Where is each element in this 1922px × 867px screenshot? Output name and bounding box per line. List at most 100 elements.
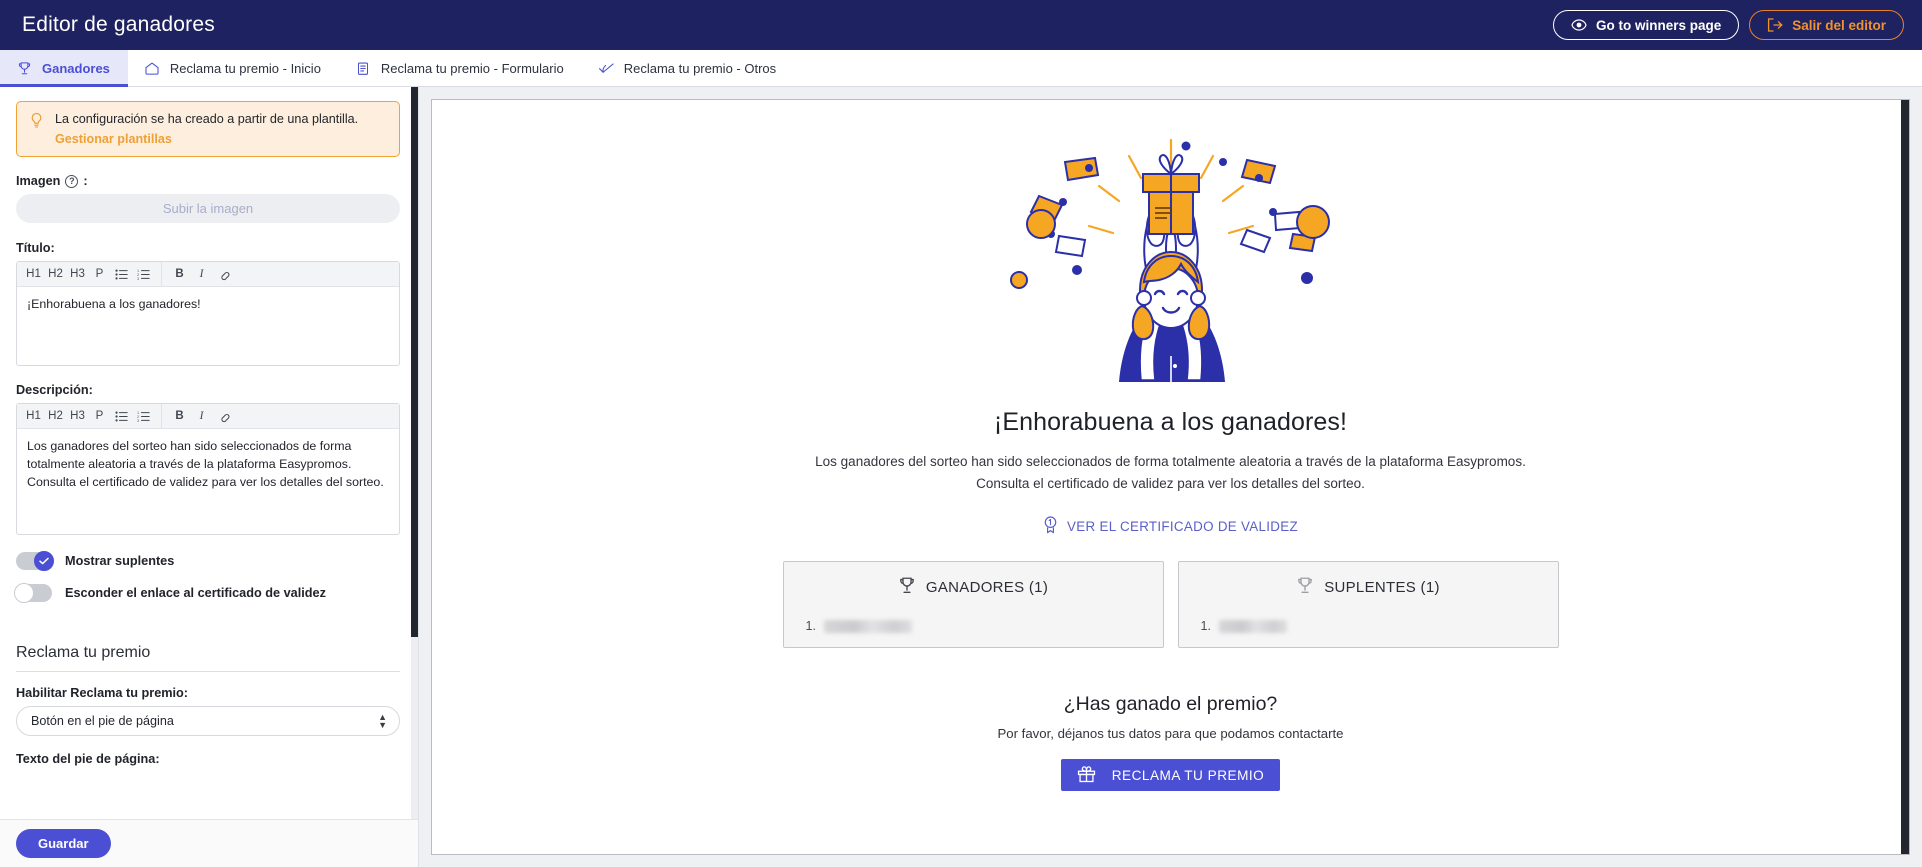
substitute-index: 1. [1200, 619, 1211, 634]
bulleted-list-icon[interactable] [112, 406, 131, 427]
view-certificate-label: VER EL CERTIFICADO DE VALIDEZ [1067, 519, 1298, 535]
title-rich-text-editor: H1 H2 H3 P 1 2 3 B I ¡Enhorabuena a los … [16, 261, 400, 366]
title-editor-content[interactable]: ¡Enhorabuena a los ganadores! [17, 287, 399, 365]
preview-description: Los ganadores del sorteo han sido selecc… [815, 454, 1526, 491]
description-rich-text-editor: H1 H2 H3 P 1 2 3 B I Los ganadores del s… [16, 403, 400, 535]
question-mark-icon[interactable]: ? [65, 174, 79, 188]
sidebar-footer: Guardar [0, 819, 418, 867]
sidebar-scrollbar-thumb[interactable] [411, 87, 418, 637]
description-editor-toolbar: H1 H2 H3 P 1 2 3 B I [17, 403, 399, 429]
h2-button[interactable]: H2 [46, 264, 65, 285]
bold-button[interactable]: B [170, 406, 189, 427]
bulleted-list-icon[interactable] [112, 264, 131, 285]
substitutes-heading: SUPLENTES (1) [1179, 576, 1558, 613]
preview-card: ¡Enhorabuena a los ganadores! Los ganado… [431, 99, 1910, 855]
svg-text:3: 3 [137, 276, 139, 279]
h2-button[interactable]: H2 [46, 406, 65, 427]
tab-reclama-otros[interactable]: Reclama tu premio - Otros [582, 50, 794, 86]
exit-editor-button[interactable]: Salir del editor [1749, 10, 1904, 40]
italic-button[interactable]: I [192, 406, 211, 427]
clipboard-icon [355, 60, 372, 77]
enable-claim-label: Habilitar Reclama tu premio: [16, 686, 189, 700]
editor-tabs: Ganadores Reclama tu premio - Inicio Rec… [0, 50, 1922, 87]
claim-prize-label: RECLAMA TU PREMIO [1111, 767, 1265, 783]
gift-celebration-illustration [472, 130, 1869, 382]
award-seal-icon [1043, 516, 1058, 537]
template-notice: La configuración se ha creado a partir d… [16, 101, 400, 157]
exit-editor-label: Salir del editor [1792, 17, 1886, 33]
winners-heading-label: GANADORES (1) [925, 579, 1049, 597]
substitutes-box: SUPLENTES (1) 1. [1177, 561, 1559, 649]
preview-content: ¡Enhorabuena a los ganadores! Los ganado… [432, 100, 1909, 854]
description-editor-content[interactable]: Los ganadores del sorteo han sido selecc… [17, 429, 399, 534]
winners-lists: GANADORES (1) 1. SUPLENTES (1) 1. [472, 561, 1869, 649]
winners-heading: GANADORES (1) [784, 576, 1163, 613]
app-header: Editor de ganadores Go to winners page S… [0, 0, 1922, 50]
tab-label: Reclama tu premio - Inicio [169, 60, 321, 76]
description-field-label: Descripción: [16, 383, 93, 397]
toggle-knob [34, 551, 54, 571]
sidebar-scrollbar-track[interactable] [411, 87, 418, 819]
numbered-list-icon[interactable]: 1 2 3 [134, 406, 153, 427]
list-item: 1. [784, 613, 1163, 647]
settings-sidebar: La configuración se ha creado a partir d… [0, 87, 419, 867]
tab-label: Reclama tu premio - Formulario [380, 60, 564, 76]
toggle-knob [14, 583, 34, 603]
gift-icon [1077, 765, 1096, 786]
sidebar-scroll-content: La configuración se ha creado a partir d… [0, 87, 418, 819]
paragraph-button[interactable]: P [90, 264, 109, 285]
substitute-name-redacted [1218, 619, 1287, 633]
claim-prize-button[interactable]: RECLAMA TU PREMIO [1061, 759, 1280, 792]
winner-index: 1. [805, 619, 816, 634]
h1-button[interactable]: H1 [24, 406, 43, 427]
image-field-label: Imagen ? : [16, 174, 400, 188]
claim-section-heading: Reclama tu premio [16, 644, 400, 672]
upload-image-button[interactable]: Subir la imagen [16, 194, 400, 223]
link-icon[interactable] [214, 406, 233, 427]
image-label-text: Imagen [16, 174, 61, 188]
h3-button[interactable]: H3 [68, 264, 87, 285]
home-icon [144, 60, 161, 77]
list-item: 1. [1179, 613, 1558, 647]
lightbulb-icon [29, 112, 45, 146]
view-certificate-link[interactable]: VER EL CERTIFICADO DE VALIDEZ [1043, 516, 1298, 537]
italic-button[interactable]: I [192, 264, 211, 285]
title-field-label: Título: [16, 241, 55, 255]
toggle-mostrar-suplentes[interactable] [16, 551, 54, 571]
tab-label: Reclama tu premio - Otros [623, 60, 777, 76]
cta-subtitle: Por favor, déjanos tus datos para que po… [997, 726, 1344, 742]
preview-scrollbar-thumb[interactable] [1901, 100, 1909, 854]
bold-button[interactable]: B [170, 264, 189, 285]
paragraph-button[interactable]: P [90, 406, 109, 427]
trophy-icon [16, 60, 33, 77]
link-icon[interactable] [214, 264, 233, 285]
image-label-colon: : [83, 174, 88, 188]
h3-button[interactable]: H3 [68, 406, 87, 427]
tab-ganadores[interactable]: Ganadores [0, 50, 128, 87]
cta-title: ¿Has ganado el premio? [1063, 693, 1278, 716]
tab-reclama-formulario[interactable]: Reclama tu premio - Formulario [339, 50, 582, 86]
tab-reclama-inicio[interactable]: Reclama tu premio - Inicio [128, 50, 339, 86]
enable-claim-select-wrap: Botón en el pie de página ▲ ▼ [16, 706, 400, 736]
go-to-winners-page-label: Go to winners page [1595, 17, 1722, 33]
eye-icon [1571, 19, 1587, 31]
page-title: Editor de ganadores [22, 13, 215, 36]
winners-box: GANADORES (1) 1. [782, 561, 1164, 649]
check-badge-icon [598, 60, 615, 77]
numbered-list-icon[interactable]: 1 2 3 [134, 264, 153, 285]
substitutes-heading-label: SUPLENTES (1) [1324, 579, 1440, 597]
logout-icon [1767, 18, 1783, 32]
toggle-esconder-enlace[interactable] [14, 583, 52, 603]
toolbar-divider [161, 261, 162, 287]
manage-templates-link[interactable]: Gestionar plantillas [55, 132, 358, 146]
trophy-icon [1296, 576, 1314, 599]
go-to-winners-page-button[interactable]: Go to winners page [1552, 10, 1740, 40]
save-button[interactable]: Guardar [16, 829, 111, 858]
enable-claim-select[interactable]: Botón en el pie de página [16, 706, 400, 736]
workspace: La configuración se ha creado a partir d… [0, 87, 1922, 867]
toggle-esconder-enlace-row: Esconder el enlace al certificado de val… [14, 583, 400, 603]
header-actions: Go to winners page Salir del editor [1552, 10, 1904, 40]
toggle-label: Esconder el enlace al certificado de val… [65, 586, 326, 600]
h1-button[interactable]: H1 [24, 264, 43, 285]
toggle-mostrar-suplentes-row: Mostrar suplentes [16, 551, 400, 571]
